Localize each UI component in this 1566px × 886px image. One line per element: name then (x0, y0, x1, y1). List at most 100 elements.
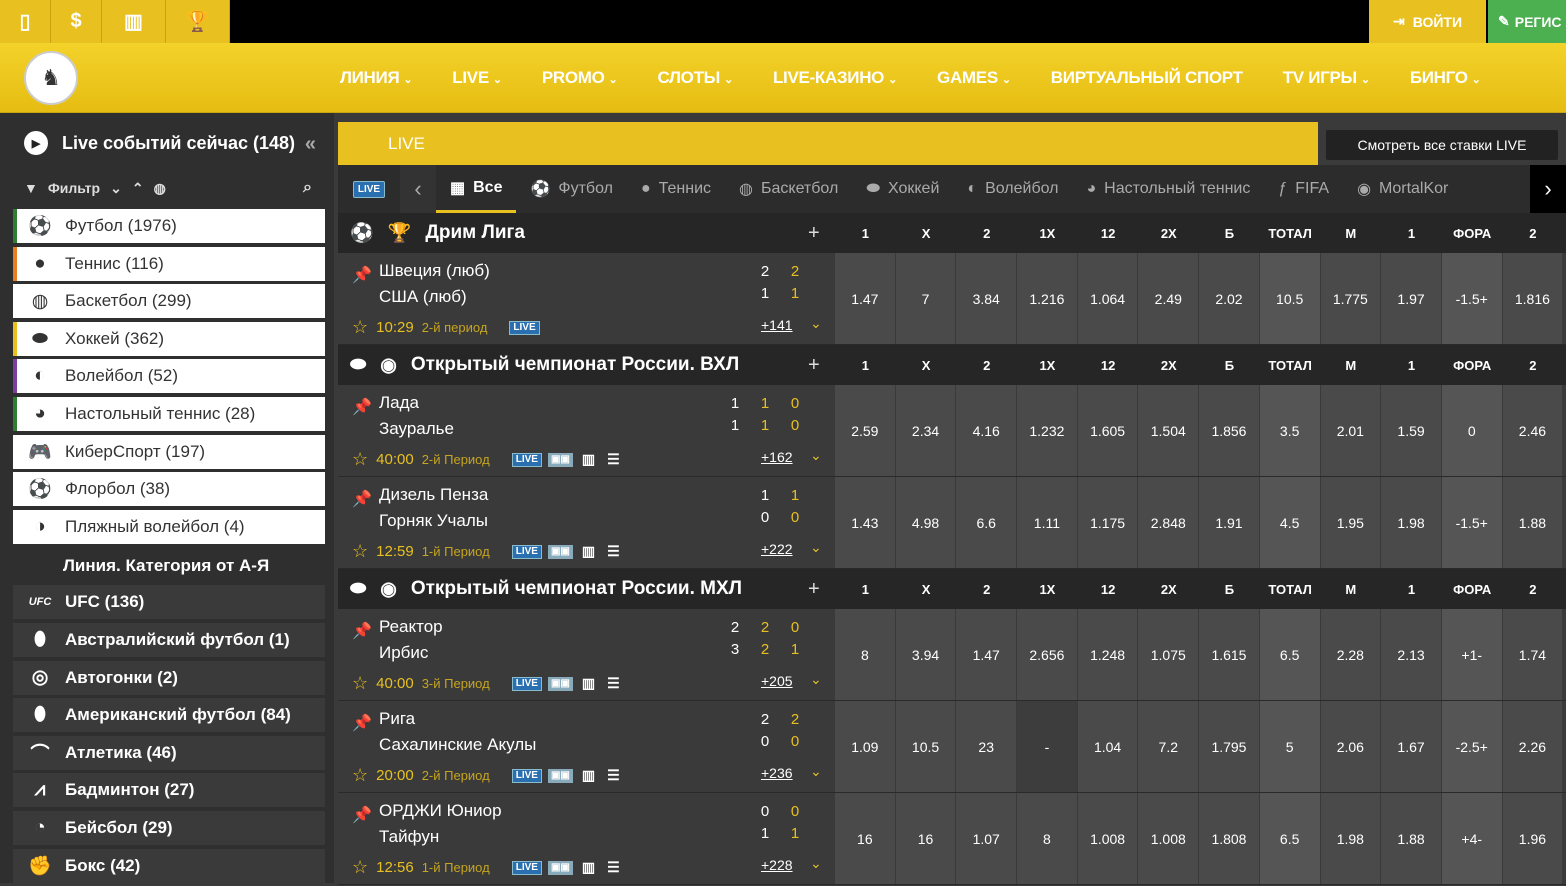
globe-icon[interactable]: ◍ (154, 180, 166, 197)
team2-name[interactable]: Ирбис (379, 643, 428, 663)
statistics-icon[interactable]: ▥ (579, 451, 598, 467)
register-button[interactable]: ✎ РЕГИС (1488, 0, 1566, 43)
odds-cell[interactable]: -2.5+ (1441, 701, 1503, 792)
tab-sport[interactable]: ◉ MortalKor (1343, 165, 1462, 213)
nav-item[interactable]: СЛОТЫ ⌄ (657, 68, 733, 88)
sidebar-line-item[interactable]: ⩘ Бадминтон (27) (13, 773, 325, 808)
odds-cell[interactable]: 1.96 (1502, 793, 1564, 884)
pin-icon[interactable]: 📌 (352, 805, 372, 825)
tab-sport[interactable]: ◐ Волейбол (953, 165, 1072, 213)
nav-item[interactable]: TV ИГРЫ ⌄ (1283, 68, 1370, 88)
chevron-down-icon[interactable]: ⌄ (810, 671, 822, 688)
odds-cell[interactable]: 10.5 (895, 701, 957, 792)
odds-cell[interactable]: 1.09 (835, 701, 896, 792)
nav-item[interactable]: LIVE ⌄ (452, 68, 502, 88)
favorite-star-icon[interactable]: ☆ (352, 541, 368, 562)
odds-cell[interactable]: 1.88 (1381, 793, 1442, 884)
search-icon[interactable]: ⌕ (303, 179, 312, 197)
field-view-icon[interactable]: ▣▣ (547, 676, 573, 691)
odds-cell[interactable]: 2.02 (1199, 253, 1260, 344)
filter-icon[interactable]: ▼ (24, 180, 38, 196)
odds-cell[interactable]: 1.856 (1199, 385, 1260, 476)
nav-item[interactable]: ВИРТУАЛЬНЫЙ СПОРТ (1051, 68, 1243, 88)
odds-cell[interactable]: 3.94 (895, 609, 957, 700)
sidebar-sport-item[interactable]: ● Теннис (116) (13, 246, 325, 281)
odds-cell[interactable]: 1.075 (1138, 609, 1200, 700)
list-icon[interactable]: ☰ (604, 675, 623, 691)
live-badge-icon[interactable]: LIVE (511, 768, 542, 783)
sidebar-sport-item[interactable]: ⚽ Футбол (1976) (13, 209, 325, 243)
team2-name[interactable]: Горняк Учалы (379, 511, 488, 531)
odds-cell[interactable]: 1.95 (1320, 477, 1382, 568)
chevron-down-icon[interactable]: ⌄ (810, 855, 822, 872)
chevron-down-icon[interactable]: ⌄ (810, 763, 822, 780)
odds-cell[interactable]: 7.2 (1138, 701, 1200, 792)
odds-cell[interactable]: 1.248 (1077, 609, 1139, 700)
team1-name[interactable]: Лада (379, 393, 419, 413)
team2-name[interactable]: Зауралье (379, 419, 454, 439)
odds-cell[interactable]: 1.216 (1017, 253, 1078, 344)
field-view-icon[interactable]: ▣▣ (547, 544, 573, 559)
odds-cell[interactable]: -1.5+ (1441, 253, 1503, 344)
league-name[interactable]: Дрим Лига (425, 222, 525, 244)
odds-cell[interactable]: 1.775 (1320, 253, 1382, 344)
odds-cell[interactable]: 2.28 (1320, 609, 1382, 700)
odds-cell[interactable]: 1.91 (1199, 477, 1260, 568)
statistics-icon[interactable]: ▥ (579, 767, 598, 783)
odds-cell[interactable]: +4- (1441, 793, 1503, 884)
chevron-down-icon[interactable]: ⌄ (810, 447, 822, 464)
odds-cell[interactable]: 1.008 (1077, 793, 1139, 884)
odds-cell[interactable]: 1.504 (1138, 385, 1200, 476)
more-bets-link[interactable]: +228 (761, 857, 793, 873)
odds-cell[interactable]: 1.008 (1138, 793, 1200, 884)
odds-cell[interactable]: - (1017, 701, 1078, 792)
odds-cell[interactable]: 1.795 (1199, 701, 1260, 792)
tab-sport[interactable]: ⬬ Хоккей (852, 165, 953, 213)
sidebar-sport-item[interactable]: ◕ Настольный теннис (28) (13, 396, 325, 431)
odds-cell[interactable]: 2.01 (1320, 385, 1382, 476)
odds-cell[interactable]: 2.848 (1138, 477, 1200, 568)
field-view-icon[interactable]: ▣▣ (547, 768, 573, 783)
pin-icon[interactable]: 📌 (352, 621, 372, 641)
favorite-star-icon[interactable]: ☆ (352, 765, 368, 786)
statistics-icon[interactable]: ▥ (579, 675, 598, 691)
sidebar-sport-item[interactable]: ◐ Волейбол (52) (13, 359, 325, 394)
expand-plus-icon[interactable]: + (808, 578, 820, 601)
odds-cell[interactable]: 1.816 (1502, 253, 1564, 344)
favorite-star-icon[interactable]: ☆ (352, 449, 368, 470)
odds-cell[interactable]: 2.34 (895, 385, 957, 476)
sidebar-line-item[interactable]: ◔ Бейсбол (29) (13, 810, 325, 845)
statistics-icon[interactable]: ▥ (579, 859, 598, 875)
login-button[interactable]: ⇥ ВОЙТИ (1369, 0, 1486, 43)
live-badge-icon[interactable]: LIVE (511, 544, 542, 559)
odds-cell[interactable]: 4.5 (1259, 477, 1321, 568)
odds-cell[interactable]: 1.74 (1502, 609, 1564, 700)
odds-cell[interactable]: 1.07 (956, 793, 1018, 884)
odds-cell[interactable]: 1.98 (1381, 477, 1442, 568)
odds-cell[interactable]: 2.59 (835, 385, 896, 476)
sidebar-line-item[interactable]: ✊ Бокс (42) (13, 848, 325, 883)
mobile-icon[interactable]: ▯ (0, 0, 51, 43)
list-icon[interactable]: ☰ (604, 859, 623, 875)
live-badge-icon[interactable]: LIVE (509, 320, 540, 335)
tab-sport[interactable]: ● Теннис (627, 165, 725, 213)
statistics-icon[interactable]: ▥ (579, 543, 598, 559)
tab-sport[interactable]: ◕ Настольный теннис (1073, 165, 1265, 213)
odds-cell[interactable]: 1.615 (1199, 609, 1260, 700)
odds-cell[interactable]: 1.11 (1017, 477, 1078, 568)
sidebar-sport-item[interactable]: 🎮 КиберСпорт (197) (13, 434, 325, 469)
odds-cell[interactable]: 1.808 (1199, 793, 1260, 884)
pin-icon[interactable]: 📌 (352, 713, 372, 733)
odds-cell[interactable]: 16 (835, 793, 896, 884)
odds-cell[interactable]: 1.605 (1077, 385, 1139, 476)
chevron-up-double-icon[interactable]: ⌃ (132, 180, 144, 197)
nav-item[interactable]: GAMES ⌄ (937, 68, 1011, 88)
odds-cell[interactable]: 0 (1441, 385, 1503, 476)
odds-cell[interactable]: 6.5 (1259, 609, 1321, 700)
filter-label[interactable]: Фильтр (48, 180, 100, 196)
pin-icon[interactable]: 📌 (352, 489, 372, 509)
chevron-down-icon[interactable]: ⌄ (810, 539, 822, 556)
chevron-down-icon[interactable]: ⌄ (110, 180, 122, 197)
odds-cell[interactable]: 2.656 (1017, 609, 1078, 700)
odds-cell[interactable]: 2.26 (1502, 701, 1564, 792)
